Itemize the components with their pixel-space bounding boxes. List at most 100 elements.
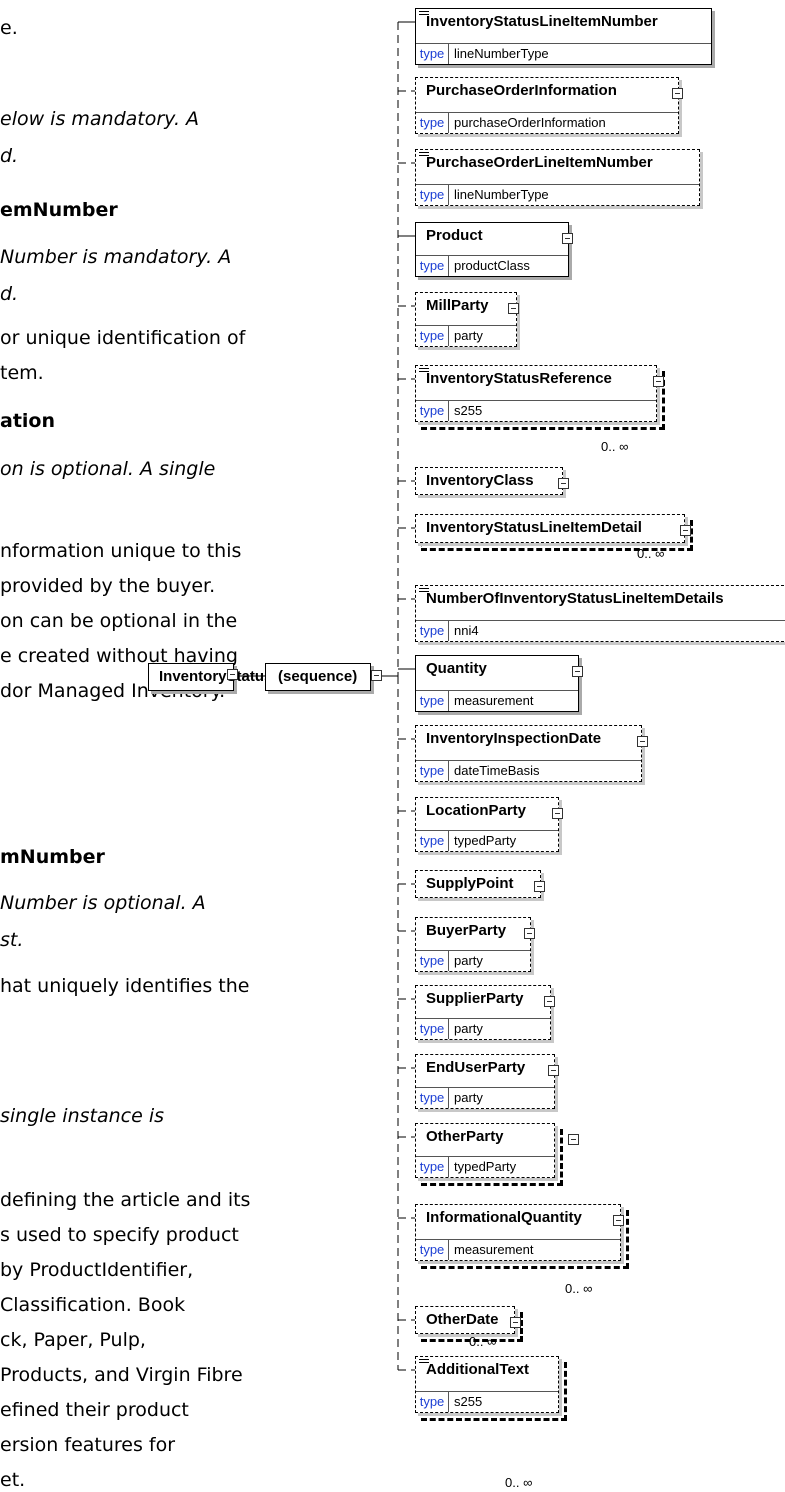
type-key-link[interactable]: type [416, 621, 449, 641]
expand-icon[interactable] [544, 996, 555, 1007]
element-name: InventoryClass [426, 472, 534, 489]
type-value: nni4 [454, 623, 479, 638]
type-key-link[interactable]: type [416, 761, 449, 781]
type-value: lineNumberType [454, 187, 549, 202]
occurrence-label: 0.. ∞ [565, 1281, 593, 1296]
type-row: type typedParty [416, 1156, 554, 1177]
element-name: MillParty [426, 297, 489, 314]
type-value: productClass [454, 258, 530, 273]
element-name: InformationalQuantity [426, 1209, 582, 1226]
type-value: typedParty [454, 833, 517, 848]
type-key-link[interactable]: type [416, 1088, 449, 1108]
expand-icon[interactable] [672, 88, 683, 99]
expand-icon[interactable] [613, 1215, 624, 1226]
type-row: type s255 [416, 1391, 558, 1412]
expand-icon[interactable] [653, 376, 664, 387]
schema-diagram: InventoryStatusLineItem (sequence) Inven… [0, 0, 785, 1490]
expand-icon[interactable] [637, 736, 648, 747]
expand-icon[interactable] [548, 1065, 559, 1076]
element-box: Quantity type measurement [415, 655, 579, 712]
expand-icon[interactable] [552, 808, 563, 819]
type-value: dateTimeBasis [454, 763, 540, 778]
type-row: type party [416, 325, 516, 346]
connector-lines [238, 21, 415, 1371]
type-value: party [454, 1021, 483, 1036]
element-box: PurchaseOrderInformation type purchaseOrde… [415, 77, 679, 134]
expand-icon[interactable] [534, 881, 545, 892]
type-row: type party [416, 1087, 554, 1108]
expand-icon[interactable] [558, 478, 569, 489]
expand-icon[interactable] [510, 1317, 521, 1328]
type-key-link[interactable]: type [416, 113, 449, 133]
expand-icon[interactable] [680, 525, 691, 536]
type-row: type purchaseOrderInformation [416, 112, 678, 133]
element-name: InventoryStatusLineItemDetail [426, 519, 642, 536]
type-row: type dateTimeBasis [416, 760, 641, 781]
type-key-link[interactable]: type [416, 1240, 449, 1260]
type-row: type party [416, 950, 530, 971]
element-name: LocationParty [426, 802, 527, 819]
type-key-link[interactable]: type [416, 326, 449, 346]
element-box: InventoryStatusReference type s255 [415, 365, 657, 422]
documentation-icon [419, 1359, 429, 1360]
occurrence-label: 0.. ∞ [505, 1475, 533, 1490]
expand-icon[interactable] [508, 303, 519, 314]
type-key-link[interactable]: type [416, 185, 449, 205]
type-row: type lineNumberType [416, 184, 699, 205]
documentation-icon [419, 152, 429, 153]
element-name: InventoryInspectionDate [426, 730, 602, 747]
expand-icon[interactable] [568, 1134, 579, 1145]
type-key-link[interactable]: type [416, 951, 449, 971]
element-name: SupplyPoint [426, 875, 514, 892]
element-name: OtherDate [426, 1311, 499, 1328]
type-value: s255 [454, 1394, 483, 1409]
type-value: s255 [454, 403, 483, 418]
element-box: PurchaseOrderLineItemNumber type lineNumbe… [415, 149, 700, 206]
type-key-link[interactable]: type [416, 401, 449, 421]
type-key-link[interactable]: type [416, 1157, 449, 1177]
expand-icon[interactable] [371, 670, 382, 681]
element-name: InventoryStatusLineItemNumber [426, 13, 658, 30]
element-name: NumberOfInventoryStatusLineItemDetails [426, 590, 724, 607]
expand-icon[interactable] [227, 669, 238, 680]
type-row: type nni4 [416, 620, 785, 641]
type-row: type typedParty [416, 830, 558, 851]
element-box: Product type productClass [415, 222, 569, 277]
element-box: SupplierParty type party [415, 985, 551, 1040]
type-key-link[interactable]: type [416, 44, 449, 64]
type-key-link[interactable]: type [416, 691, 449, 711]
element-box: EndUserParty type party [415, 1054, 555, 1109]
expand-icon[interactable] [572, 666, 583, 677]
element-box: InventoryStatusLineItemDetail [415, 514, 685, 543]
type-row: type measurement [416, 690, 578, 711]
type-row: type lineNumberType [416, 43, 711, 64]
type-value: party [454, 953, 483, 968]
element-box: LocationParty type typedParty [415, 797, 559, 852]
element-name: OtherParty [426, 1128, 504, 1145]
expand-icon[interactable] [524, 928, 535, 939]
element-name: Quantity [426, 660, 487, 677]
sequence-label: (sequence) [278, 668, 358, 685]
documentation-icon [419, 11, 429, 12]
element-name: EndUserParty [426, 1059, 526, 1076]
type-value: measurement [454, 1242, 534, 1257]
type-row: type productClass [416, 255, 568, 276]
type-row: type measurement [416, 1239, 620, 1260]
occurrence-label: 0.. ∞ [637, 546, 665, 561]
type-key-link[interactable]: type [416, 256, 449, 276]
element-name: PurchaseOrderLineItemNumber [426, 154, 653, 171]
type-value: purchaseOrderInformation [454, 115, 606, 130]
sequence-compositor[interactable]: (sequence) [265, 663, 371, 691]
element-name: Product [426, 227, 483, 244]
type-row: type s255 [416, 400, 656, 421]
root-element-box[interactable]: InventoryStatusLineItem [148, 663, 334, 691]
expand-icon[interactable] [562, 233, 573, 244]
element-box: MillParty type party [415, 292, 517, 347]
type-key-link[interactable]: type [416, 831, 449, 851]
type-value: party [454, 1090, 483, 1105]
documentation-icon [419, 368, 429, 369]
type-value: party [454, 328, 483, 343]
type-key-link[interactable]: type [416, 1019, 449, 1039]
type-key-link[interactable]: type [416, 1392, 449, 1412]
element-box: InventoryInspectionDate type dateTimeBasis [415, 725, 642, 782]
